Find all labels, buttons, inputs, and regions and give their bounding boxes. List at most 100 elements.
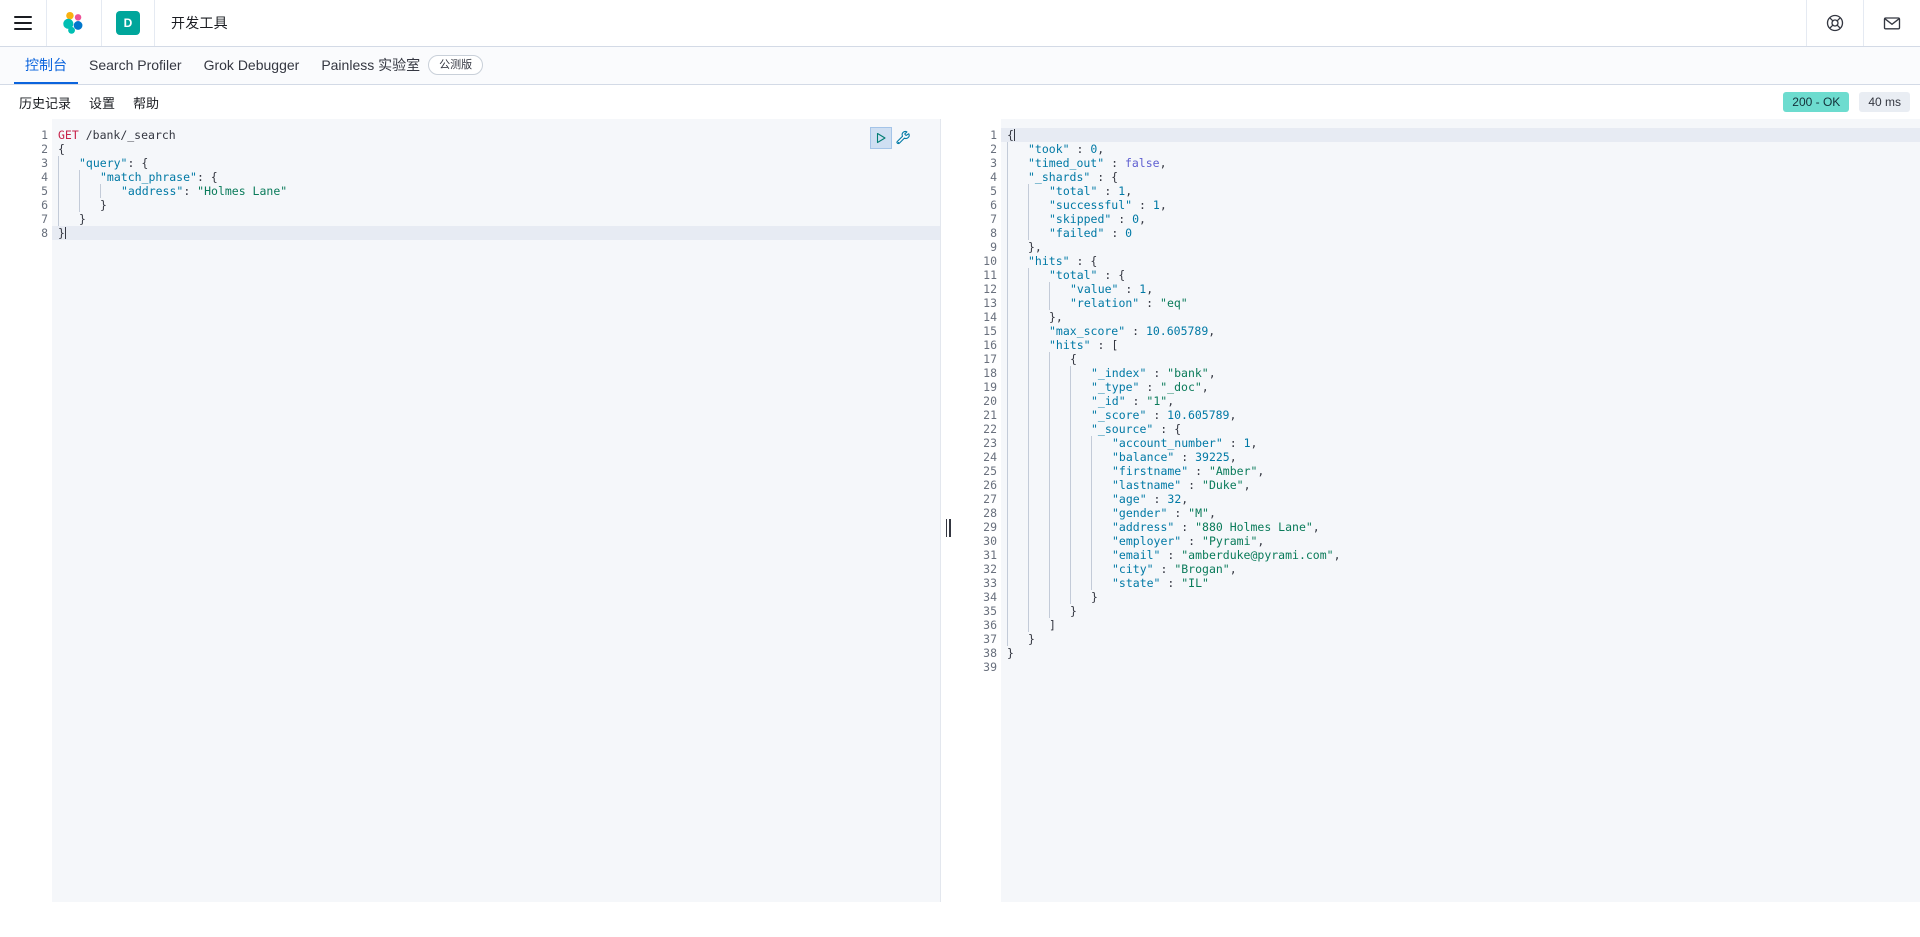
- code-line[interactable]: "successful" : 1,: [1001, 198, 1920, 212]
- code-line[interactable]: "_id" : "1",: [1001, 394, 1920, 408]
- code-line[interactable]: }: [1001, 590, 1920, 604]
- token-punct: : {: [1097, 268, 1125, 282]
- response-viewer-pane: 1▾234▾56789▴10▾11▾121314▴1516▾17▾1819202…: [955, 119, 1920, 902]
- code-line[interactable]: "relation" : "eq": [1001, 296, 1920, 310]
- indent-guide: [1049, 352, 1070, 366]
- indent-guide: [1049, 534, 1070, 548]
- subnav-item-history[interactable]: 历史记录: [10, 93, 80, 112]
- notifications-button[interactable]: [1863, 0, 1920, 46]
- line-number: 15: [955, 324, 1001, 338]
- code-line[interactable]: "_type" : "_doc",: [1001, 380, 1920, 394]
- code-line[interactable]: }: [1001, 604, 1920, 618]
- code-line[interactable]: },: [1001, 310, 1920, 324]
- code-line[interactable]: "hits" : [: [1001, 338, 1920, 352]
- code-line[interactable]: "skipped" : 0,: [1001, 212, 1920, 226]
- send-request-button[interactable]: [870, 127, 892, 149]
- code-line[interactable]: "account_number" : 1,: [1001, 436, 1920, 450]
- code-line[interactable]: "failed" : 0: [1001, 226, 1920, 240]
- code-line[interactable]: {: [1001, 352, 1920, 366]
- code-line[interactable]: "firstname" : "Amber",: [1001, 464, 1920, 478]
- help-menu-button[interactable]: [1806, 0, 1863, 46]
- code-line[interactable]: "_source" : {: [1001, 422, 1920, 436]
- tab-grok-debugger[interactable]: Grok Debugger: [193, 47, 311, 84]
- request-editor[interactable]: 12▾3▾4▾56▴7▴8▴ GET /bank/_search{"query"…: [10, 119, 941, 902]
- code-line[interactable]: {: [52, 142, 940, 156]
- code-line[interactable]: {: [1001, 128, 1920, 142]
- tab-console[interactable]: 控制台: [14, 47, 78, 84]
- pane-resize-handle[interactable]: [941, 119, 955, 937]
- code-line[interactable]: "timed_out" : false,: [1001, 156, 1920, 170]
- indent-guide: [1007, 408, 1028, 422]
- wrench-icon[interactable]: [895, 130, 912, 147]
- token-bool: false: [1125, 156, 1160, 170]
- code-line[interactable]: "value" : 1,: [1001, 282, 1920, 296]
- token-punct: ,: [1181, 492, 1188, 506]
- indent-guide: [1007, 254, 1028, 268]
- indent-guide: [1007, 170, 1028, 184]
- code-line[interactable]: "balance" : 39225,: [1001, 450, 1920, 464]
- token-punct: ,: [1230, 562, 1237, 576]
- code-line[interactable]: "max_score" : 10.605789,: [1001, 324, 1920, 338]
- code-line[interactable]: "_index" : "bank",: [1001, 366, 1920, 380]
- indent-guide: [1007, 506, 1028, 520]
- tab-painless-lab[interactable]: Painless 实验室 公测版: [310, 47, 494, 84]
- line-number: 36▴: [955, 618, 1001, 632]
- subnav-item-settings[interactable]: 设置: [80, 93, 124, 112]
- indent-guide: [1049, 562, 1070, 576]
- indent-guide: [1028, 548, 1049, 562]
- code-line[interactable]: }: [52, 198, 940, 212]
- code-line[interactable]: "city" : "Brogan",: [1001, 562, 1920, 576]
- tab-search-profiler[interactable]: Search Profiler: [78, 47, 193, 84]
- code-line[interactable]: "state" : "IL": [1001, 576, 1920, 590]
- code-line[interactable]: GET /bank/_search: [52, 128, 940, 142]
- token-punct: :: [1111, 212, 1132, 226]
- line-number: 32: [955, 562, 1001, 576]
- space-switcher-button[interactable]: D: [102, 0, 155, 46]
- indent-guide: [1007, 198, 1028, 212]
- code-line[interactable]: }: [1001, 632, 1920, 646]
- code-line[interactable]: "match_phrase": {: [52, 170, 940, 184]
- indent-guide: [1007, 478, 1028, 492]
- line-number: 2▾: [10, 142, 52, 156]
- code-line[interactable]: "email" : "amberduke@pyrami.com",: [1001, 548, 1920, 562]
- code-line[interactable]: },: [1001, 240, 1920, 254]
- code-line[interactable]: "address": "Holmes Lane": [52, 184, 940, 198]
- code-line[interactable]: }: [52, 226, 940, 240]
- line-number: 7: [955, 212, 1001, 226]
- code-line[interactable]: "total" : {: [1001, 268, 1920, 282]
- code-line[interactable]: "address" : "880 Holmes Lane",: [1001, 520, 1920, 534]
- code-line[interactable]: }: [52, 212, 940, 226]
- indent-guide: [1028, 422, 1049, 436]
- elastic-home-link[interactable]: [47, 0, 102, 46]
- code-line[interactable]: "age" : 32,: [1001, 492, 1920, 506]
- code-line[interactable]: ]: [1001, 618, 1920, 632]
- token-punct: ,: [1097, 142, 1104, 156]
- code-line[interactable]: "total" : 1,: [1001, 184, 1920, 198]
- line-number: 8: [955, 226, 1001, 240]
- code-line[interactable]: [1001, 660, 1920, 674]
- line-number: 12: [955, 282, 1001, 296]
- subnav-item-help[interactable]: 帮助: [124, 93, 168, 112]
- code-line[interactable]: "took" : 0,: [1001, 142, 1920, 156]
- menu-toggle-button[interactable]: [0, 0, 47, 46]
- token-punct: :: [1174, 520, 1195, 534]
- code-line[interactable]: "query": {: [52, 156, 940, 170]
- token-key: "hits": [1028, 254, 1070, 268]
- token-key: "lastname": [1112, 478, 1181, 492]
- line-number: 18: [955, 366, 1001, 380]
- response-editor-code[interactable]: {"took" : 0,"timed_out" : false,"_shards…: [1001, 119, 1920, 902]
- request-editor-code[interactable]: GET /bank/_search{"query": {"match_phras…: [52, 119, 940, 902]
- code-line[interactable]: "hits" : {: [1001, 254, 1920, 268]
- hamburger-icon[interactable]: [14, 16, 32, 30]
- indent-guide: [1007, 576, 1028, 590]
- indent-guide: [1070, 436, 1091, 450]
- token-punct: :: [1139, 380, 1160, 394]
- code-line[interactable]: "employer" : "Pyrami",: [1001, 534, 1920, 548]
- indent-guide: [1028, 394, 1049, 408]
- code-line[interactable]: "_shards" : {: [1001, 170, 1920, 184]
- code-line[interactable]: "lastname" : "Duke",: [1001, 478, 1920, 492]
- code-line[interactable]: }: [1001, 646, 1920, 660]
- token-punct: : {: [197, 170, 218, 184]
- code-line[interactable]: "gender" : "M",: [1001, 506, 1920, 520]
- code-line[interactable]: "_score" : 10.605789,: [1001, 408, 1920, 422]
